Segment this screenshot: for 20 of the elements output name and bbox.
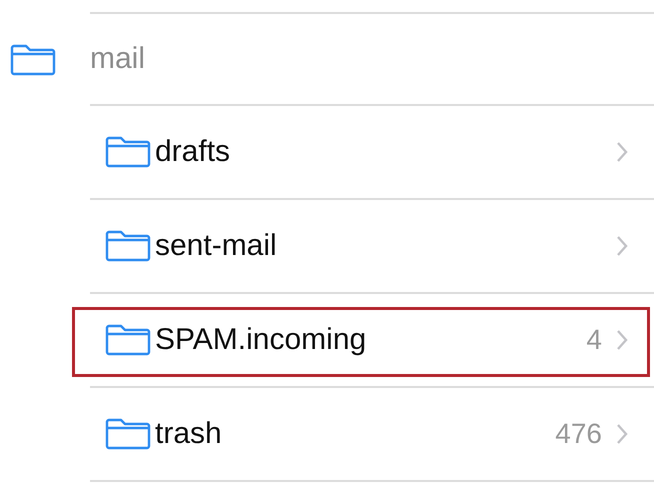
folder-icon (105, 418, 151, 450)
folder-name: drafts (155, 134, 232, 168)
folder-row[interactable]: drafts (90, 105, 654, 200)
folder-name: trash (155, 417, 223, 451)
folder-row[interactable]: trash 476 (90, 388, 654, 482)
chevron-icon (616, 329, 628, 351)
folder-name: SPAM.incoming (155, 323, 368, 357)
chevron-icon (616, 140, 628, 162)
chevron-icon (616, 423, 628, 445)
folder-icon (105, 136, 151, 168)
folder-icon (10, 44, 56, 76)
folder-name: sent-mail (155, 229, 278, 263)
folder-name: mail (90, 13, 654, 106)
folder-icon (105, 324, 151, 356)
unread-count: 4 (586, 324, 602, 356)
folder-row[interactable]: SPAM.incoming 4 (90, 294, 654, 388)
chevron-icon (616, 235, 628, 257)
folder-icon (105, 230, 151, 262)
folder-row[interactable]: sent-mail (90, 200, 654, 294)
unread-count: 476 (555, 418, 602, 450)
